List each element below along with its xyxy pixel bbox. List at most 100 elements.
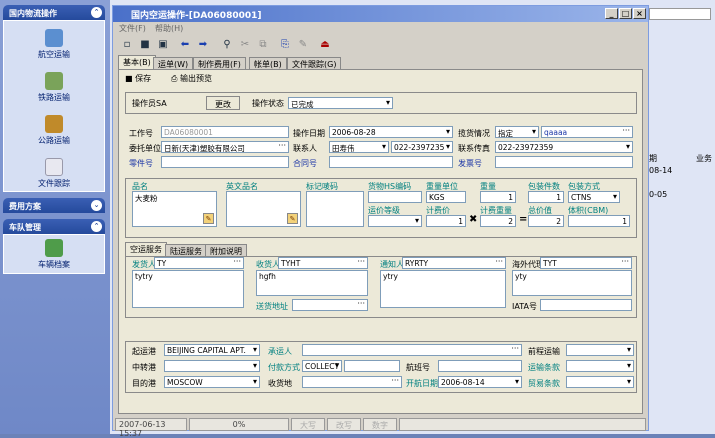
transit-select[interactable] <box>164 360 260 372</box>
section-title: 国内物流操作 <box>9 9 57 18</box>
section-header-fleet[interactable]: 车队管理 ⌃ <box>3 219 105 234</box>
new-icon[interactable]: ▫ <box>119 37 135 52</box>
pieces-field[interactable]: 1 <box>528 191 564 203</box>
status-select[interactable]: 已完成 <box>288 97 393 109</box>
subtab-land-service[interactable]: 陆运服务 <box>165 244 207 256</box>
consignee-text[interactable]: hgfh <box>256 270 368 296</box>
cargo-name-field[interactable]: 大麦粉 ✎ <box>132 191 217 227</box>
contract-no-field[interactable] <box>329 156 453 168</box>
note-icon[interactable]: ✎ <box>295 37 311 52</box>
status-num: 数字 <box>363 418 397 431</box>
marks-field[interactable] <box>306 191 364 227</box>
air-transport-window: 国内空运操作-[DA06080001] _ □ × 文件(F) 帮助(H) ▫ … <box>112 5 649 438</box>
exit-icon[interactable]: ⏏ <box>317 37 333 52</box>
shipper-text[interactable]: tytry <box>132 270 244 308</box>
invoice-no-field[interactable] <box>495 156 633 168</box>
tab-basic[interactable]: 基本(B) <box>118 55 156 69</box>
destination-select[interactable]: MOSCOW <box>164 376 260 388</box>
hs-code-field[interactable] <box>368 191 422 203</box>
sail-date-field[interactable]: 2006-08-14 <box>438 376 522 388</box>
job-no-field[interactable]: DA06080001 <box>161 126 289 138</box>
equals-icon: = <box>519 214 528 225</box>
rate-class-select[interactable] <box>368 215 422 227</box>
fax-field[interactable]: 022-23972359 <box>495 141 633 153</box>
section-header-domestic[interactable]: 国内物流操作 ⌃ <box>3 5 105 20</box>
tab-fees[interactable]: 制作费用(F) <box>193 57 246 69</box>
weight-unit-field[interactable]: KGS <box>426 191 466 203</box>
subtab-air-service[interactable]: 空运服务 <box>125 242 167 256</box>
delivery-address-field[interactable] <box>292 299 368 311</box>
menu-help[interactable]: 帮助(H) <box>155 23 183 34</box>
pack-type-select[interactable]: CTNS <box>568 191 620 203</box>
nav-files[interactable]: 文件跟踪 <box>4 158 104 189</box>
find-icon[interactable]: ⚲ <box>219 37 235 52</box>
basic-tab-panel: ■ 保存 ⎙ 输出预览 操作员SA 更改 操作状态 已完成 工作号 DA0608… <box>118 69 643 414</box>
volume-field[interactable]: 1 <box>568 215 630 227</box>
save-button[interactable]: ■ 保存 <box>125 73 151 84</box>
export-icon[interactable]: ▣ <box>155 37 171 52</box>
notify-text[interactable]: ytry <box>380 270 506 308</box>
carrier-field[interactable] <box>302 344 522 356</box>
weight-field[interactable]: 1 <box>480 191 516 203</box>
preview-button[interactable]: ⎙ 输出预览 <box>171 73 212 84</box>
minimize-icon[interactable]: _ <box>605 8 618 19</box>
pickup-select[interactable]: 指定 <box>495 126 539 138</box>
flight-field[interactable] <box>438 360 522 372</box>
vehicle-icon <box>45 239 63 257</box>
collapse-icon[interactable]: ⌃ <box>91 221 102 232</box>
change-button[interactable]: 更改 <box>206 96 240 110</box>
contract-no-label: 合同号 <box>293 159 317 168</box>
receipt-place-label: 收货地 <box>268 379 292 388</box>
nav-rail[interactable]: 铁路运输 <box>4 72 104 103</box>
nav-air[interactable]: 航空运输 <box>4 29 104 60</box>
tab-file-track[interactable]: 文件跟踪(G) <box>287 57 342 69</box>
collapse-icon[interactable]: ⌃ <box>91 7 102 18</box>
maximize-icon[interactable]: □ <box>619 8 632 19</box>
consignee-field[interactable]: TYHT <box>278 257 368 269</box>
agent-field[interactable]: TYT <box>540 257 632 269</box>
shipper-field[interactable]: TY <box>154 257 244 269</box>
cut-icon[interactable]: ✂ <box>237 37 253 52</box>
english-name-field[interactable]: ✎ <box>226 191 301 227</box>
section-header-fees[interactable]: 费用方案 ⌄ <box>3 198 105 213</box>
nav-road[interactable]: 公路运输 <box>4 115 104 146</box>
copy-icon[interactable]: ⧉ <box>255 37 271 52</box>
contact-phone-field[interactable]: 022-2397235 <box>391 141 453 153</box>
contact-select[interactable]: 田寿伟 <box>329 141 389 153</box>
client-field[interactable]: 日新(天津)塑胶有限公司 <box>161 141 289 153</box>
attach-icon[interactable]: ⎘ <box>277 37 293 52</box>
agent-text[interactable]: yty <box>512 270 632 296</box>
total-value-field[interactable]: 2 <box>528 215 564 227</box>
nav-vehicle[interactable]: 车辆档案 <box>4 239 104 270</box>
forward-arrow-icon[interactable]: ➡ <box>195 37 211 52</box>
op-date-field[interactable]: 2006-08-28 <box>329 126 453 138</box>
pre-carriage-select[interactable] <box>566 344 634 356</box>
receipt-place-field[interactable] <box>302 376 402 388</box>
edit-icon[interactable]: ✎ <box>203 213 214 224</box>
close-icon[interactable]: × <box>633 8 646 19</box>
edit-icon[interactable]: ✎ <box>287 213 298 224</box>
part-no-field[interactable] <box>161 156 289 168</box>
carrier-label: 承运人 <box>268 347 292 356</box>
save-disk-icon[interactable]: ■ <box>137 37 153 52</box>
trade-terms-select[interactable] <box>566 376 634 388</box>
rate-field[interactable]: 1 <box>426 215 466 227</box>
tab-bills[interactable]: 帐单(B) <box>249 57 287 69</box>
notify-field[interactable]: RYRTY <box>402 257 506 269</box>
background-cell: 08-14 <box>649 166 673 175</box>
transport-terms-select[interactable] <box>566 360 634 372</box>
payment-extra-field[interactable] <box>344 360 400 372</box>
menu-file[interactable]: 文件(F) <box>119 23 146 34</box>
tab-waybill[interactable]: 运单(W) <box>153 57 194 69</box>
origin-select[interactable]: BEIJING CAPITAL APT. <box>164 344 260 356</box>
expand-icon[interactable]: ⌄ <box>91 200 102 211</box>
back-arrow-icon[interactable]: ⬅ <box>177 37 193 52</box>
pickup-label: 揽货情况 <box>458 129 490 138</box>
iata-field[interactable] <box>540 299 632 311</box>
subtab-remarks[interactable]: 附加说明 <box>205 244 247 256</box>
pickup-extra-field[interactable]: qaaaa <box>541 126 633 138</box>
status-empty <box>399 418 646 431</box>
chargeable-weight-field[interactable]: 2 <box>480 215 516 227</box>
payment-select[interactable]: COLLECT <box>302 360 342 372</box>
truck-icon <box>45 115 63 133</box>
